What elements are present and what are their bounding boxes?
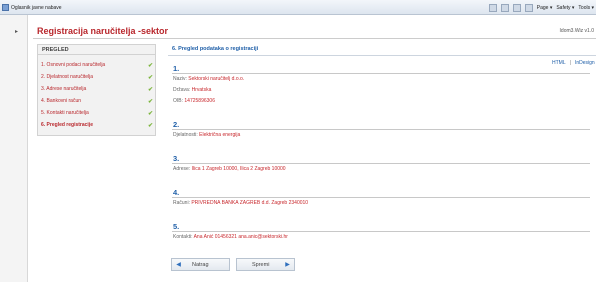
step-item-6[interactable]: 6. Pregled registracije ✔ bbox=[41, 119, 153, 131]
page-title: Registracija naručitelja -sektor bbox=[37, 26, 169, 36]
section-number: 1. bbox=[173, 64, 180, 73]
steps-divider bbox=[38, 54, 155, 55]
section-divider bbox=[172, 129, 590, 130]
feeds-icon[interactable] bbox=[500, 3, 509, 12]
content-divider bbox=[168, 55, 596, 56]
section-number: 3. bbox=[173, 154, 180, 163]
back-button[interactable]: ◀ Natrag bbox=[171, 258, 230, 271]
field-drzava: Država: Hrvatska bbox=[173, 87, 211, 93]
field-kontakti: Kontakti: Ana Anić 01456321 ana.anic@sek… bbox=[173, 234, 288, 240]
step-item-3[interactable]: 3. Adrese naručitelja ✔ bbox=[41, 83, 153, 95]
indesign-link[interactable]: InDesign bbox=[575, 60, 595, 66]
field-label: Kontakti: bbox=[173, 234, 193, 240]
section-number: 5. bbox=[173, 222, 180, 231]
step-label: 4. Bankovni račun bbox=[41, 98, 82, 104]
html-link[interactable]: HTML bbox=[552, 60, 566, 66]
field-label: OIB: bbox=[173, 98, 184, 104]
section-divider bbox=[172, 73, 590, 74]
field-oib: OIB: 14725896306 bbox=[173, 98, 215, 104]
field-value: Sektorski naručitelj d.o.o. bbox=[188, 76, 245, 82]
side-strip: ▸ bbox=[0, 15, 28, 282]
step-label: 5. Kontakti naručitelja bbox=[41, 110, 89, 116]
field-value: PRIVREDNA BANKA ZAGREB d.d. Zagreb 23400… bbox=[191, 200, 309, 206]
section-divider bbox=[172, 197, 590, 198]
field-value: Ilica 1 Zagreb 10000, Ilica 2 Zagreb 100… bbox=[191, 166, 286, 172]
back-button-label: Natrag bbox=[192, 261, 209, 268]
page-menu[interactable]: Page ▾ bbox=[537, 5, 553, 11]
check-icon: ✔ bbox=[147, 122, 153, 129]
field-label: Računi: bbox=[173, 200, 190, 206]
field-naziv: Naziv: Sektorski naručitelj d.o.o. bbox=[173, 76, 244, 82]
check-icon: ✔ bbox=[147, 110, 153, 117]
step-item-4[interactable]: 4. Bankovni račun ✔ bbox=[41, 95, 153, 107]
section-divider bbox=[172, 231, 590, 232]
content-heading: 6. Pregled podataka o registraciji bbox=[172, 46, 259, 52]
export-links: HTML | InDesign bbox=[552, 60, 595, 66]
step-item-5[interactable]: 5. Kontakti naručitelja ✔ bbox=[41, 107, 153, 119]
browser-tab-title: Oglasnik javne nabave bbox=[11, 4, 62, 11]
field-value: 14725896306 bbox=[184, 98, 215, 104]
browser-toolbar: Oglasnik javne nabave Page ▾ Safety ▾ To… bbox=[0, 0, 596, 15]
step-item-2[interactable]: 2. Djelatnost naručitelja ✔ bbox=[41, 71, 153, 83]
safety-menu[interactable]: Safety ▾ bbox=[556, 5, 574, 11]
section-divider bbox=[172, 163, 590, 164]
field-label: Djelatnosti: bbox=[173, 132, 198, 138]
favicon-icon bbox=[2, 4, 9, 11]
field-label: Država: bbox=[173, 87, 191, 93]
step-label: 1. Osnovni podaci naručitelja bbox=[41, 62, 106, 68]
browser-tools: Page ▾ Safety ▾ Tools ▾ bbox=[488, 2, 594, 13]
print-icon[interactable] bbox=[524, 3, 533, 12]
field-djelatnosti: Djelatnosti: Električna energija bbox=[173, 132, 240, 138]
arrow-left-icon: ◀ bbox=[176, 262, 181, 268]
mail-icon[interactable] bbox=[512, 3, 521, 12]
steps-heading: PREGLED bbox=[42, 47, 69, 53]
field-label: Adrese: bbox=[173, 166, 191, 172]
field-value: Ana Anić 01456321 ana.anic@sektorski.hr bbox=[193, 234, 288, 240]
field-label: Naziv: bbox=[173, 76, 187, 82]
step-label: 2. Djelatnost naručitelja bbox=[41, 74, 93, 80]
section-number: 4. bbox=[173, 188, 180, 197]
step-label: 6. Pregled registracije bbox=[41, 122, 93, 128]
title-divider bbox=[33, 38, 596, 39]
browser-tab[interactable]: Oglasnik javne nabave bbox=[2, 2, 62, 13]
field-value: Hrvatska bbox=[191, 87, 212, 93]
check-icon: ✔ bbox=[147, 86, 153, 93]
field-adrese: Adrese: Ilica 1 Zagreb 10000, Ilica 2 Za… bbox=[173, 166, 286, 172]
tools-menu[interactable]: Tools ▾ bbox=[578, 5, 594, 11]
check-icon: ✔ bbox=[147, 62, 153, 69]
arrow-right-icon: ▶ bbox=[285, 262, 290, 268]
save-button[interactable]: Spremi ▶ bbox=[236, 258, 295, 271]
step-item-1[interactable]: 1. Osnovni podaci naručitelja ✔ bbox=[41, 59, 153, 71]
version-label: Idom3.Wiz v1.0 bbox=[559, 28, 594, 34]
check-icon: ✔ bbox=[147, 98, 153, 105]
link-separator: | bbox=[569, 60, 571, 66]
section-number: 2. bbox=[173, 120, 180, 129]
field-racuni: Računi: PRIVREDNA BANKA ZAGREB d.d. Zagr… bbox=[173, 200, 308, 206]
step-label: 3. Adrese naručitelja bbox=[41, 86, 87, 92]
expand-arrow-icon[interactable]: ▸ bbox=[15, 28, 18, 35]
check-icon: ✔ bbox=[147, 74, 153, 81]
save-button-label: Spremi bbox=[252, 261, 270, 268]
home-icon[interactable] bbox=[488, 3, 497, 12]
steps-panel: PREGLED 1. Osnovni podaci naručitelja ✔ … bbox=[37, 44, 156, 136]
field-value: Električna energija bbox=[199, 132, 241, 138]
